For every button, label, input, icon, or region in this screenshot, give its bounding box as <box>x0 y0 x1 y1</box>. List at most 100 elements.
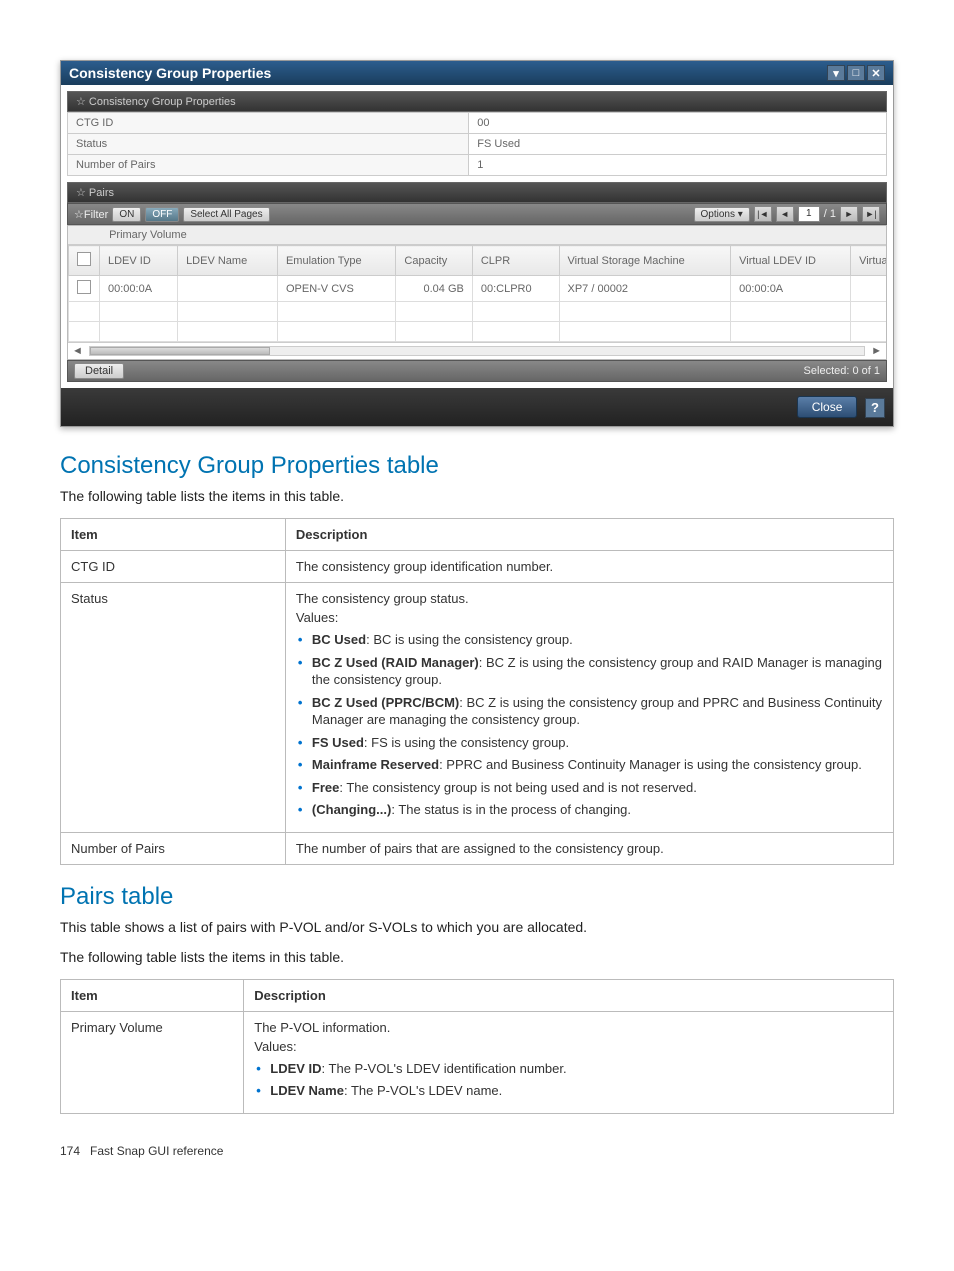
list-item: LDEV Name: The P-VOL's LDEV name. <box>254 1082 883 1100</box>
list-item: FS Used: FS is using the consistency gro… <box>296 734 883 752</box>
page-footer-text: Fast Snap GUI reference <box>90 1144 223 1158</box>
select-all-pages-button[interactable]: Select All Pages <box>183 207 269 222</box>
list-item: (Changing...): The status is in the proc… <box>296 801 883 819</box>
select-all-checkbox[interactable] <box>77 252 91 266</box>
filter-label: ☆Filter <box>74 208 108 221</box>
cell-clpr: 00:CLPR0 <box>472 276 559 302</box>
pv-intro: The P-VOL information. <box>254 1020 883 1035</box>
doctable-head-item: Item <box>61 519 286 551</box>
list-item: BC Z Used (PPRC/BCM): BC Z is using the … <box>296 694 883 729</box>
cell-ldev-id: 00:00:0A <box>100 276 178 302</box>
col-vdname[interactable]: Virtual D Name <box>851 246 887 276</box>
filter-on-button[interactable]: ON <box>112 207 141 222</box>
cell-vsm: XP7 / 00002 <box>559 276 731 302</box>
page-prev-icon[interactable]: ◄ <box>776 206 794 222</box>
page-next-icon[interactable]: ► <box>840 206 858 222</box>
doctable-desc: The number of pairs that are assigned to… <box>285 832 893 864</box>
properties-section-header: ☆ Consistency Group Properties <box>67 91 887 112</box>
status-values-list: BC Used: BC is using the consistency gro… <box>296 631 883 819</box>
doctable-head-desc: Description <box>285 519 893 551</box>
detail-button[interactable]: Detail <box>74 363 124 379</box>
page-first-icon[interactable]: |◄ <box>754 206 772 222</box>
titlebar: Consistency Group Properties ▾ □ ✕ <box>61 61 893 85</box>
label-ctg-id: CTG ID <box>68 113 469 134</box>
status-intro: The consistency group status. <box>296 591 883 606</box>
pairs-doc-table: Item Description Primary Volume The P-VO… <box>60 979 894 1114</box>
col-emulation[interactable]: Emulation Type <box>277 246 395 276</box>
list-item: Mainframe Reserved: PPRC and Business Co… <box>296 756 883 774</box>
help-icon[interactable]: ? <box>865 398 885 418</box>
list-item: LDEV ID: The P-VOL's LDEV identification… <box>254 1060 883 1078</box>
pairs-grid-wrap: Primary Volume LDEV ID LDEV Name Emulati… <box>67 225 887 360</box>
close-button[interactable]: Close <box>797 396 858 418</box>
grid-group-header-text: Primary Volume <box>109 229 187 241</box>
doctable-item: CTG ID <box>61 551 286 583</box>
status-values-label: Values: <box>296 610 883 625</box>
scroll-left-icon[interactable]: ◄ <box>72 345 83 357</box>
dialog-button-bar: Close ? <box>61 388 893 426</box>
value-ctg-id: 00 <box>469 113 887 134</box>
value-num-pairs: 1 <box>469 155 887 176</box>
doctable-desc: The consistency group status. Values: BC… <box>285 583 893 833</box>
doctable-head-item: Item <box>61 979 244 1011</box>
label-num-pairs: Number of Pairs <box>68 155 469 176</box>
cell-capacity: 0.04 GB <box>396 276 472 302</box>
dialog-title: Consistency Group Properties <box>69 65 825 81</box>
table-row <box>69 322 888 342</box>
page-current-input[interactable]: 1 <box>798 206 820 222</box>
doctable-item: Number of Pairs <box>61 832 286 864</box>
maximize-icon[interactable]: □ <box>847 65 865 81</box>
col-clpr[interactable]: CLPR <box>472 246 559 276</box>
pairs-intro-2: The following table lists the items in t… <box>60 949 894 965</box>
scrollbar-thumb[interactable] <box>90 347 270 355</box>
pairs-section-header: ☆ Pairs <box>67 182 887 203</box>
col-vsm[interactable]: Virtual Storage Machine <box>559 246 731 276</box>
options-dropdown[interactable]: Options ▾ <box>694 207 750 222</box>
pairs-toolbar: ☆Filter ON OFF Select All Pages Options … <box>67 203 887 225</box>
doctable-desc: The P-VOL information. Values: LDEV ID: … <box>244 1011 894 1113</box>
horizontal-scrollbar[interactable]: ◄ ► <box>68 342 886 359</box>
properties-kv-table: CTG ID 00 Status FS Used Number of Pairs… <box>67 112 887 176</box>
cell-emulation: OPEN-V CVS <box>277 276 395 302</box>
section-intro-1: The following table lists the items in t… <box>60 488 894 504</box>
cell-vldev: 00:00:0A <box>731 276 851 302</box>
pairs-intro-1: This table shows a list of pairs with P-… <box>60 919 894 935</box>
scroll-right-icon[interactable]: ► <box>871 345 882 357</box>
col-ldev-name[interactable]: LDEV Name <box>178 246 278 276</box>
grid-group-header: Primary Volume <box>68 226 886 245</box>
table-row <box>69 302 888 322</box>
pv-values-list: LDEV ID: The P-VOL's LDEV identification… <box>254 1060 883 1100</box>
pairs-grid: LDEV ID LDEV Name Emulation Type Capacit… <box>68 245 887 342</box>
cell-vdname <box>851 276 887 302</box>
page-last-icon[interactable]: ►| <box>862 206 880 222</box>
selected-count: Selected: 0 of 1 <box>804 365 880 377</box>
page-total: / 1 <box>824 208 836 220</box>
minimize-icon[interactable]: ▾ <box>827 65 845 81</box>
list-item: BC Z Used (RAID Manager): BC Z is using … <box>296 654 883 689</box>
list-item: Free: The consistency group is not being… <box>296 779 883 797</box>
close-icon[interactable]: ✕ <box>867 65 885 81</box>
table-row[interactable]: 00:00:0A OPEN-V CVS 0.04 GB 00:CLPR0 XP7… <box>69 276 888 302</box>
col-capacity[interactable]: Capacity <box>396 246 472 276</box>
doctable-head-desc: Description <box>244 979 894 1011</box>
label-status: Status <box>68 134 469 155</box>
grid-footer-bar: Detail Selected: 0 of 1 <box>67 360 887 382</box>
filter-off-button[interactable]: OFF <box>145 207 179 222</box>
page-number: 174 <box>60 1144 80 1158</box>
page-footer: 174 Fast Snap GUI reference <box>60 1144 894 1158</box>
cg-properties-doc-table: Item Description CTG ID The consistency … <box>60 518 894 865</box>
cell-ldev-name <box>178 276 278 302</box>
value-status: FS Used <box>469 134 887 155</box>
col-ldev-id[interactable]: LDEV ID <box>100 246 178 276</box>
section-heading-pairs-table: Pairs table <box>60 883 894 911</box>
dialog-body: ☆ Consistency Group Properties CTG ID 00… <box>61 85 893 388</box>
consistency-group-dialog: Consistency Group Properties ▾ □ ✕ ☆ Con… <box>60 60 894 427</box>
doctable-desc: The consistency group identification num… <box>285 551 893 583</box>
doctable-item: Status <box>61 583 286 833</box>
col-vldev[interactable]: Virtual LDEV ID <box>731 246 851 276</box>
pv-values-label: Values: <box>254 1039 883 1054</box>
section-heading-cg-properties-table: Consistency Group Properties table <box>60 452 894 480</box>
row-checkbox[interactable] <box>77 280 91 294</box>
list-item: BC Used: BC is using the consistency gro… <box>296 631 883 649</box>
doctable-item: Primary Volume <box>61 1011 244 1113</box>
